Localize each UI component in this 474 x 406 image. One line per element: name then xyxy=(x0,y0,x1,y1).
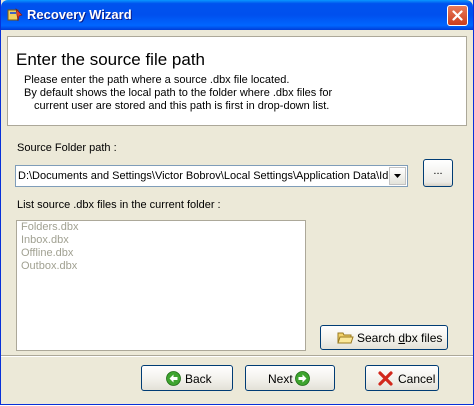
arrow-left-icon xyxy=(166,371,181,386)
recovery-wizard-window: Recovery Wizard Enter the source file pa… xyxy=(0,0,474,405)
title-bar[interactable]: Recovery Wizard xyxy=(1,0,473,30)
cancel-button-label: Cancel xyxy=(398,372,436,386)
wizard-app-icon xyxy=(7,8,23,22)
source-folder-combobox[interactable]: D:\Documents and Settings\Victor Bobrov\… xyxy=(15,165,408,187)
step-description-line: current user are stored and this path is… xyxy=(34,100,330,112)
list-item[interactable]: Outbox.dbx xyxy=(17,260,305,273)
search-dbx-files-label: Search dbx files xyxy=(357,331,443,345)
list-item[interactable]: Folders.dbx xyxy=(17,221,305,234)
chevron-down-icon xyxy=(394,174,401,178)
window-title: Recovery Wizard xyxy=(27,7,132,22)
footer-divider xyxy=(1,355,473,357)
search-dbx-files-button[interactable]: Search dbx files xyxy=(320,325,448,350)
next-button-label: Next xyxy=(268,372,293,386)
red-x-icon xyxy=(378,371,393,386)
list-item[interactable]: Offline.dbx xyxy=(17,247,305,260)
close-icon xyxy=(452,10,463,21)
arrow-right-icon xyxy=(295,371,310,386)
step-description-line: By default shows the local path to the f… xyxy=(24,87,333,99)
source-folder-value[interactable]: D:\Documents and Settings\Victor Bobrov\… xyxy=(18,170,388,182)
dbx-files-label: List source .dbx files in the current fo… xyxy=(17,199,221,211)
list-item[interactable]: Inbox.dbx xyxy=(17,234,305,247)
folder-open-icon xyxy=(337,332,354,344)
step-description-line: Please enter the path where a source .db… xyxy=(24,74,290,86)
source-folder-label: Source Folder path : xyxy=(17,142,117,154)
cancel-button[interactable]: Cancel xyxy=(365,365,439,391)
dropdown-arrow-button[interactable] xyxy=(389,167,406,185)
dbx-files-list[interactable]: Folders.dbx Inbox.dbx Offline.dbx Outbox… xyxy=(16,220,306,351)
back-button[interactable]: Back xyxy=(141,365,233,391)
step-description: Please enter the path where a source .db… xyxy=(24,74,332,113)
wizard-header-panel: Enter the source file path Please enter … xyxy=(7,36,467,126)
step-title: Enter the source file path xyxy=(16,50,206,69)
close-button[interactable] xyxy=(447,5,468,26)
browse-folder-button[interactable]: ... xyxy=(423,159,453,187)
next-button[interactable]: Next xyxy=(245,365,335,391)
back-button-label: Back xyxy=(185,372,212,386)
